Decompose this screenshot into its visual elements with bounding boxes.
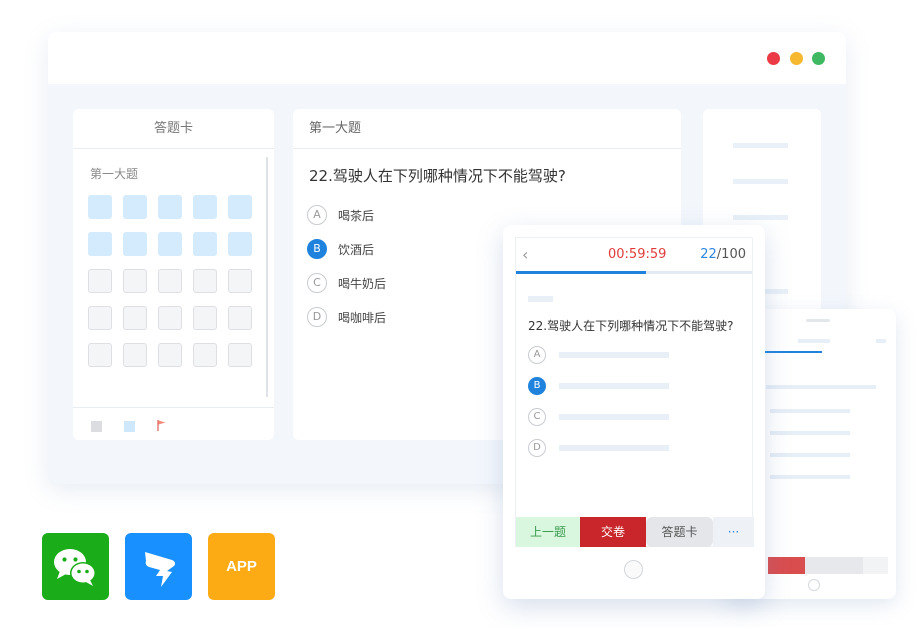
wechat-icon[interactable] <box>42 533 109 600</box>
placeholder-line <box>770 431 850 435</box>
question-progress: 22/100 <box>700 247 746 262</box>
previous-question-button[interactable]: 上一题 <box>516 517 580 547</box>
answer-card-button <box>805 557 863 574</box>
unanswered-question-cell[interactable] <box>193 306 217 330</box>
close-window-button[interactable] <box>767 52 780 65</box>
option-text: 喝茶后 <box>338 209 375 223</box>
placeholder-line <box>770 475 850 479</box>
answered-question-cell[interactable] <box>158 232 182 256</box>
unanswered-question-cell[interactable] <box>228 343 252 367</box>
submit-button <box>768 557 805 574</box>
mobile-option-d[interactable]: D <box>528 439 546 457</box>
unanswered-question-cell[interactable] <box>158 269 182 293</box>
unanswered-question-cell[interactable] <box>88 306 112 330</box>
placeholder-line <box>766 385 876 389</box>
progress-track <box>516 271 752 274</box>
phone-screen: ‹ 00:59:59 22/100 22.驾驶人在下列哪种情况下不能驾驶? A … <box>515 237 754 547</box>
question-section-title: 第一大题 <box>293 109 681 149</box>
more-options-button[interactable]: ··· <box>713 517 754 547</box>
unanswered-question-cell[interactable] <box>123 343 147 367</box>
submit-exam-button[interactable]: 交卷 <box>580 517 646 547</box>
option-letter: A <box>307 205 327 225</box>
mobile-option-b[interactable]: B <box>528 377 546 395</box>
option-text: 喝咖啡后 <box>338 311 387 325</box>
placeholder-line <box>733 143 788 148</box>
app-download-icon[interactable]: APP <box>208 533 275 600</box>
unanswered-question-cell[interactable] <box>123 306 147 330</box>
legend-unanswered-square <box>91 421 102 432</box>
placeholder-line <box>559 383 669 389</box>
phone-speaker <box>806 319 830 322</box>
answered-question-cell[interactable] <box>228 232 252 256</box>
placeholder-line <box>559 445 669 451</box>
answered-question-cell[interactable] <box>193 232 217 256</box>
exam-action-bar: 上一题 交卷 答题卡 ··· <box>516 517 754 547</box>
app-label: APP <box>226 558 257 575</box>
answered-question-cell[interactable] <box>123 195 147 219</box>
answered-question-cell[interactable] <box>228 195 252 219</box>
legend-answered-square <box>124 421 135 432</box>
unanswered-question-cell[interactable] <box>158 343 182 367</box>
window-titlebar <box>48 32 846 84</box>
mobile-option-a[interactable]: A <box>528 346 546 364</box>
question-text: 22.驾驶人在下列哪种情况下不能驾驶? <box>309 167 566 185</box>
unanswered-question-cell[interactable] <box>123 269 147 293</box>
minimize-window-button[interactable] <box>790 52 803 65</box>
answered-question-cell[interactable] <box>158 195 182 219</box>
answer-card-button[interactable]: 答题卡 <box>646 517 713 547</box>
maximize-window-button[interactable] <box>812 52 825 65</box>
placeholder-line <box>876 339 886 343</box>
option-text: 饮酒后 <box>338 243 375 257</box>
unanswered-question-cell[interactable] <box>193 343 217 367</box>
answered-question-cell[interactable] <box>88 195 112 219</box>
mobile-option-c[interactable]: C <box>528 408 546 426</box>
mobile-question-text: 22.驾驶人在下列哪种情况下不能驾驶? <box>528 319 734 333</box>
home-button <box>808 579 820 591</box>
unanswered-question-cell[interactable] <box>88 269 112 293</box>
flag-icon <box>157 420 166 431</box>
wechat-logo <box>54 549 96 586</box>
placeholder-line <box>770 409 850 413</box>
placeholder-line <box>559 352 669 358</box>
more-button <box>863 557 888 574</box>
placeholder-line <box>733 215 788 220</box>
option-letter: C <box>307 273 327 293</box>
answered-question-cell[interactable] <box>123 232 147 256</box>
placeholder-line <box>770 453 850 457</box>
placeholder-line <box>733 179 788 184</box>
dingtalk-icon[interactable] <box>125 533 192 600</box>
answer-card-section: 第一大题 <box>90 167 139 181</box>
unanswered-question-cell[interactable] <box>193 269 217 293</box>
answered-question-cell[interactable] <box>88 232 112 256</box>
option-text: 喝牛奶后 <box>338 277 387 291</box>
countdown-timer: 00:59:59 <box>608 247 667 262</box>
unanswered-question-cell[interactable] <box>158 306 182 330</box>
answer-card-divider <box>73 407 274 408</box>
exam-topbar: ‹ 00:59:59 22/100 <box>516 238 752 272</box>
answered-question-cell[interactable] <box>193 195 217 219</box>
answer-card-panel: 答题卡 第一大题 <box>73 109 274 440</box>
dingtalk-logo <box>145 552 176 587</box>
placeholder-line <box>559 414 669 420</box>
unanswered-question-cell[interactable] <box>228 269 252 293</box>
current-question-number: 22 <box>700 247 717 262</box>
unanswered-question-cell[interactable] <box>88 343 112 367</box>
stage: 答题卡 第一大题 第一大题 22.驾驶人在下列哪种情况下不能驾驶? A 喝茶后 … <box>0 0 923 628</box>
option-letter: D <box>307 307 327 327</box>
phone-mockup: ‹ 00:59:59 22/100 22.驾驶人在下列哪种情况下不能驾驶? A … <box>503 225 765 599</box>
progress-fill <box>516 271 646 274</box>
home-button[interactable] <box>624 560 643 579</box>
option-letter: B <box>307 239 327 259</box>
placeholder-line <box>798 339 830 343</box>
unanswered-question-cell[interactable] <box>228 306 252 330</box>
chevron-left-icon[interactable]: ‹ <box>522 245 528 264</box>
answer-card-title: 答题卡 <box>73 109 274 149</box>
answer-card-scrollbar[interactable] <box>266 157 268 397</box>
progress-bar <box>764 351 822 353</box>
placeholder-tag <box>528 296 553 302</box>
total-questions: /100 <box>716 247 746 262</box>
